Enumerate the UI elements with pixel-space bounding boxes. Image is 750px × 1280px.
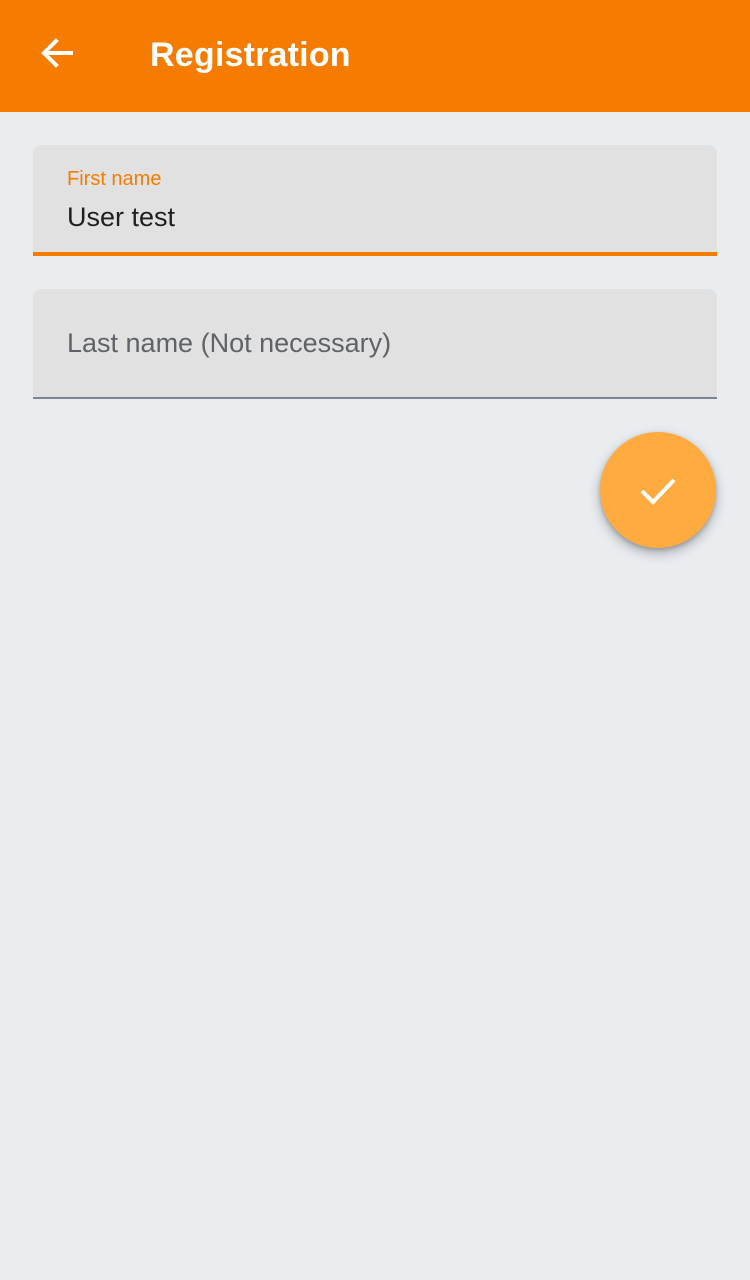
submit-button[interactable]: [600, 432, 716, 548]
back-button[interactable]: [26, 22, 88, 84]
first-name-field[interactable]: First name User test: [33, 145, 717, 256]
first-name-value[interactable]: User test: [67, 201, 175, 233]
last-name-placeholder[interactable]: Last name (Not necessary): [67, 327, 391, 359]
page-title: Registration: [150, 36, 351, 74]
last-name-field[interactable]: Last name (Not necessary): [33, 289, 717, 399]
arrow-left-icon: [41, 38, 73, 68]
check-icon: [640, 478, 676, 505]
app-bar: Registration: [0, 0, 750, 112]
first-name-label: First name: [67, 168, 162, 190]
